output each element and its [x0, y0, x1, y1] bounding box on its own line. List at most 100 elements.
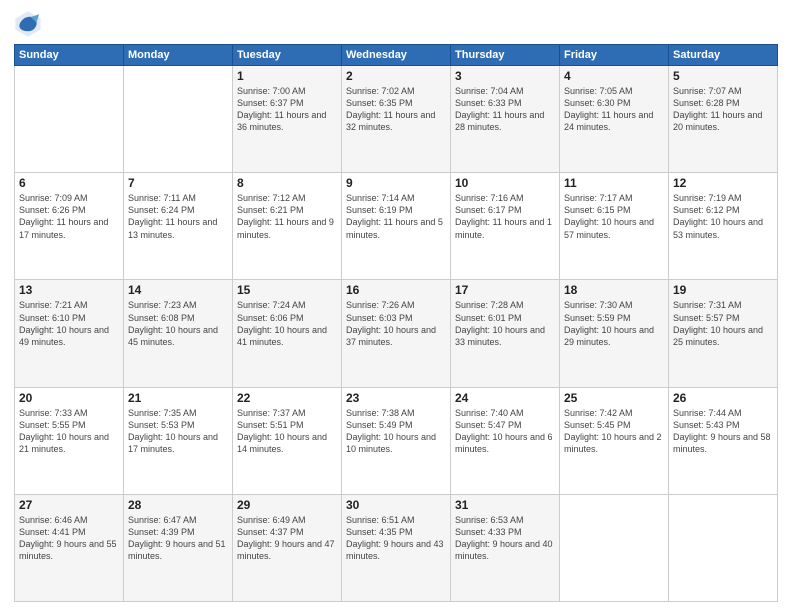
- calendar-cell: 31 Sunrise: 6:53 AM Sunset: 4:33 PM Dayli…: [451, 494, 560, 601]
- page: SundayMondayTuesdayWednesdayThursdayFrid…: [0, 0, 792, 612]
- day-info: Sunrise: 7:21 AM Sunset: 6:10 PM Dayligh…: [19, 299, 119, 348]
- header: [14, 10, 778, 38]
- day-number: 3: [455, 69, 555, 83]
- calendar-cell: 10 Sunrise: 7:16 AM Sunset: 6:17 PM Dayli…: [451, 173, 560, 280]
- calendar-cell: 25 Sunrise: 7:42 AM Sunset: 5:45 PM Dayli…: [560, 387, 669, 494]
- day-number: 22: [237, 391, 337, 405]
- day-info: Sunrise: 7:44 AM Sunset: 5:43 PM Dayligh…: [673, 407, 773, 456]
- day-info: Sunrise: 7:16 AM Sunset: 6:17 PM Dayligh…: [455, 192, 555, 241]
- calendar-header-wednesday: Wednesday: [342, 45, 451, 66]
- day-number: 10: [455, 176, 555, 190]
- day-info: Sunrise: 6:51 AM Sunset: 4:35 PM Dayligh…: [346, 514, 446, 563]
- day-number: 13: [19, 283, 119, 297]
- calendar-header-tuesday: Tuesday: [233, 45, 342, 66]
- calendar-header-row: SundayMondayTuesdayWednesdayThursdayFrid…: [15, 45, 778, 66]
- calendar-cell: 18 Sunrise: 7:30 AM Sunset: 5:59 PM Dayli…: [560, 280, 669, 387]
- day-info: Sunrise: 6:49 AM Sunset: 4:37 PM Dayligh…: [237, 514, 337, 563]
- day-info: Sunrise: 7:30 AM Sunset: 5:59 PM Dayligh…: [564, 299, 664, 348]
- calendar-cell: 19 Sunrise: 7:31 AM Sunset: 5:57 PM Dayli…: [669, 280, 778, 387]
- day-number: 7: [128, 176, 228, 190]
- day-number: 5: [673, 69, 773, 83]
- day-info: Sunrise: 7:24 AM Sunset: 6:06 PM Dayligh…: [237, 299, 337, 348]
- day-number: 11: [564, 176, 664, 190]
- calendar-header-friday: Friday: [560, 45, 669, 66]
- calendar-header-saturday: Saturday: [669, 45, 778, 66]
- calendar-cell: [124, 66, 233, 173]
- day-number: 8: [237, 176, 337, 190]
- calendar-cell: 7 Sunrise: 7:11 AM Sunset: 6:24 PM Daylig…: [124, 173, 233, 280]
- calendar-cell: 14 Sunrise: 7:23 AM Sunset: 6:08 PM Dayli…: [124, 280, 233, 387]
- calendar-cell: 16 Sunrise: 7:26 AM Sunset: 6:03 PM Dayli…: [342, 280, 451, 387]
- calendar-cell: 22 Sunrise: 7:37 AM Sunset: 5:51 PM Dayli…: [233, 387, 342, 494]
- day-info: Sunrise: 7:37 AM Sunset: 5:51 PM Dayligh…: [237, 407, 337, 456]
- calendar-header-sunday: Sunday: [15, 45, 124, 66]
- calendar-cell: 27 Sunrise: 6:46 AM Sunset: 4:41 PM Dayli…: [15, 494, 124, 601]
- day-number: 18: [564, 283, 664, 297]
- day-info: Sunrise: 7:28 AM Sunset: 6:01 PM Dayligh…: [455, 299, 555, 348]
- day-number: 24: [455, 391, 555, 405]
- day-number: 23: [346, 391, 446, 405]
- calendar-cell: [669, 494, 778, 601]
- calendar-cell: 12Sunrise: 7:19 AM Sunset: 6:12 PM Dayli…: [669, 173, 778, 280]
- day-number: 15: [237, 283, 337, 297]
- day-number: 14: [128, 283, 228, 297]
- day-number: 26: [673, 391, 773, 405]
- logo: [14, 10, 46, 38]
- day-number: 31: [455, 498, 555, 512]
- calendar-cell: 9 Sunrise: 7:14 AM Sunset: 6:19 PM Daylig…: [342, 173, 451, 280]
- day-info: Sunrise: 7:02 AM Sunset: 6:35 PM Dayligh…: [346, 85, 446, 134]
- day-info: Sunrise: 7:23 AM Sunset: 6:08 PM Dayligh…: [128, 299, 228, 348]
- calendar-cell: 4Sunrise: 7:05 AM Sunset: 6:30 PM Daylig…: [560, 66, 669, 173]
- day-info: Sunrise: 7:07 AM Sunset: 6:28 PM Dayligh…: [673, 85, 773, 134]
- day-info: Sunrise: 7:00 AM Sunset: 6:37 PM Dayligh…: [237, 85, 337, 134]
- calendar-cell: 24Sunrise: 7:40 AM Sunset: 5:47 PM Dayli…: [451, 387, 560, 494]
- calendar-week-3: 13 Sunrise: 7:21 AM Sunset: 6:10 PM Dayli…: [15, 280, 778, 387]
- calendar-cell: 23 Sunrise: 7:38 AM Sunset: 5:49 PM Dayli…: [342, 387, 451, 494]
- day-number: 17: [455, 283, 555, 297]
- day-number: 28: [128, 498, 228, 512]
- day-number: 29: [237, 498, 337, 512]
- calendar-week-1: 1 Sunrise: 7:00 AM Sunset: 6:37 PM Daylig…: [15, 66, 778, 173]
- calendar-cell: [560, 494, 669, 601]
- day-number: 12: [673, 176, 773, 190]
- calendar-cell: 28Sunrise: 6:47 AM Sunset: 4:39 PM Dayli…: [124, 494, 233, 601]
- calendar-cell: [15, 66, 124, 173]
- day-number: 16: [346, 283, 446, 297]
- calendar: SundayMondayTuesdayWednesdayThursdayFrid…: [14, 44, 778, 602]
- day-info: Sunrise: 6:53 AM Sunset: 4:33 PM Dayligh…: [455, 514, 555, 563]
- day-number: 19: [673, 283, 773, 297]
- day-number: 6: [19, 176, 119, 190]
- day-number: 9: [346, 176, 446, 190]
- calendar-header-monday: Monday: [124, 45, 233, 66]
- day-number: 20: [19, 391, 119, 405]
- calendar-cell: 30 Sunrise: 6:51 AM Sunset: 4:35 PM Dayli…: [342, 494, 451, 601]
- day-info: Sunrise: 7:33 AM Sunset: 5:55 PM Dayligh…: [19, 407, 119, 456]
- day-info: Sunrise: 7:12 AM Sunset: 6:21 PM Dayligh…: [237, 192, 337, 241]
- calendar-cell: 20 Sunrise: 7:33 AM Sunset: 5:55 PM Dayli…: [15, 387, 124, 494]
- day-info: Sunrise: 7:31 AM Sunset: 5:57 PM Dayligh…: [673, 299, 773, 348]
- day-info: Sunrise: 7:26 AM Sunset: 6:03 PM Dayligh…: [346, 299, 446, 348]
- day-info: Sunrise: 7:38 AM Sunset: 5:49 PM Dayligh…: [346, 407, 446, 456]
- calendar-cell: 13 Sunrise: 7:21 AM Sunset: 6:10 PM Dayli…: [15, 280, 124, 387]
- calendar-cell: 17 Sunrise: 7:28 AM Sunset: 6:01 PM Dayli…: [451, 280, 560, 387]
- calendar-cell: 11 Sunrise: 7:17 AM Sunset: 6:15 PM Dayli…: [560, 173, 669, 280]
- day-info: Sunrise: 7:42 AM Sunset: 5:45 PM Dayligh…: [564, 407, 664, 456]
- day-info: Sunrise: 7:11 AM Sunset: 6:24 PM Dayligh…: [128, 192, 228, 241]
- day-number: 27: [19, 498, 119, 512]
- day-number: 25: [564, 391, 664, 405]
- day-info: Sunrise: 7:04 AM Sunset: 6:33 PM Dayligh…: [455, 85, 555, 134]
- calendar-header-thursday: Thursday: [451, 45, 560, 66]
- calendar-cell: 6Sunrise: 7:09 AM Sunset: 6:26 PM Daylig…: [15, 173, 124, 280]
- calendar-week-2: 6Sunrise: 7:09 AM Sunset: 6:26 PM Daylig…: [15, 173, 778, 280]
- calendar-cell: 26 Sunrise: 7:44 AM Sunset: 5:43 PM Dayli…: [669, 387, 778, 494]
- day-info: Sunrise: 7:17 AM Sunset: 6:15 PM Dayligh…: [564, 192, 664, 241]
- day-number: 2: [346, 69, 446, 83]
- day-number: 30: [346, 498, 446, 512]
- day-info: Sunrise: 7:14 AM Sunset: 6:19 PM Dayligh…: [346, 192, 446, 241]
- logo-icon: [14, 10, 42, 38]
- calendar-week-5: 27 Sunrise: 6:46 AM Sunset: 4:41 PM Dayli…: [15, 494, 778, 601]
- day-info: Sunrise: 6:46 AM Sunset: 4:41 PM Dayligh…: [19, 514, 119, 563]
- calendar-cell: 5 Sunrise: 7:07 AM Sunset: 6:28 PM Daylig…: [669, 66, 778, 173]
- calendar-cell: 21Sunrise: 7:35 AM Sunset: 5:53 PM Dayli…: [124, 387, 233, 494]
- day-number: 1: [237, 69, 337, 83]
